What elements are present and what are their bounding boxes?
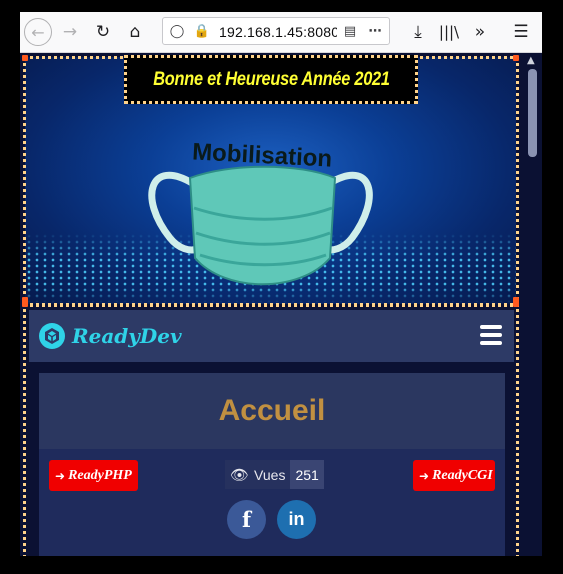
readycgi-button[interactable]: ➜ ReadyCGI <box>413 460 495 491</box>
download-button[interactable]: ⤓ <box>404 18 432 46</box>
content-card: Accueil ➜ ReadyPHP 👁 Vues 251 ➜ ReadyCGI… <box>39 373 505 556</box>
download-icon: ⤓ <box>414 22 422 42</box>
brand-cube-icon[interactable] <box>38 322 66 350</box>
browser-toolbar: ← → ↻ ⌂ ◯ 🔒 192.168.1.45:8080 ▤ ⋯ ⤓ |||\… <box>20 12 542 53</box>
insecure-lock-icon[interactable]: 🔒 <box>193 22 211 40</box>
url-text[interactable]: 192.168.1.45:8080 <box>219 24 337 40</box>
mask-text: Mobilisation <box>192 138 333 172</box>
card-header: Accueil <box>39 373 505 449</box>
menu-icon: ☰ <box>513 22 529 42</box>
overflow-icon: » <box>474 22 486 42</box>
tracking-protection-icon[interactable]: ◯ <box>168 22 186 40</box>
back-button[interactable]: ← <box>24 18 52 46</box>
home-button[interactable]: ⌂ <box>121 18 149 46</box>
home-icon: ⌂ <box>129 22 141 42</box>
frame-corner <box>513 55 519 61</box>
facebook-share-button[interactable]: f <box>227 500 266 539</box>
page-actions-icon[interactable]: ⋯ <box>366 22 384 40</box>
readycgi-label: ReadyCGI <box>432 467 493 483</box>
hamburger-menu-icon[interactable] <box>480 325 502 345</box>
mask-body <box>188 165 337 286</box>
views-count: 251 <box>290 460 324 489</box>
views-label-box: 👁 Vues <box>225 460 291 489</box>
forward-icon: → <box>62 22 78 42</box>
brand-name[interactable]: ReadyDev <box>72 324 182 348</box>
readyphp-label: ReadyPHP <box>68 467 132 483</box>
menu-button[interactable]: ☰ <box>507 18 535 46</box>
frame-corner <box>513 301 519 307</box>
facebook-icon: f <box>241 507 252 532</box>
scrollbar-thumb[interactable] <box>528 69 537 157</box>
linkedin-icon: in <box>288 509 305 529</box>
vertical-scrollbar[interactable]: ▲ <box>523 53 542 556</box>
new-year-banner: Bonne et Heureuse Année 2021 <box>124 55 418 104</box>
readyphp-button[interactable]: ➜ ReadyPHP <box>49 460 138 491</box>
reader-view-icon[interactable]: ▤ <box>341 22 359 40</box>
library-icon: |||\ <box>438 23 460 41</box>
overflow-button[interactable]: » <box>466 18 494 46</box>
sign-in-icon: ➜ <box>419 468 430 483</box>
views-counter: 👁 Vues 251 <box>225 460 324 489</box>
scroll-up-arrow-icon[interactable]: ▲ <box>527 55 535 66</box>
reload-icon: ↻ <box>95 22 111 42</box>
linkedin-share-button[interactable]: in <box>277 500 316 539</box>
url-bar[interactable]: ◯ 🔒 192.168.1.45:8080 ▤ ⋯ <box>162 17 390 45</box>
page-title: Accueil <box>218 394 326 427</box>
banner-text: Bonne et Heureuse Année 2021 <box>152 68 390 90</box>
page-viewport: Bonne et Heureuse Année 2021 Mobilisatio… <box>20 53 523 556</box>
navbar: ReadyDev <box>29 310 514 362</box>
sign-in-icon: ➜ <box>55 468 66 483</box>
frame-corner <box>22 55 28 61</box>
forward-button[interactable]: → <box>56 18 84 46</box>
back-icon: ← <box>24 18 52 46</box>
face-mask-illustration: Mobilisation <box>148 138 373 286</box>
frame-corner <box>22 301 28 307</box>
views-label: Vues <box>254 466 286 483</box>
eye-icon: 👁 <box>230 465 250 484</box>
reload-button[interactable]: ↻ <box>89 18 117 46</box>
library-button[interactable]: |||\ <box>435 18 463 46</box>
